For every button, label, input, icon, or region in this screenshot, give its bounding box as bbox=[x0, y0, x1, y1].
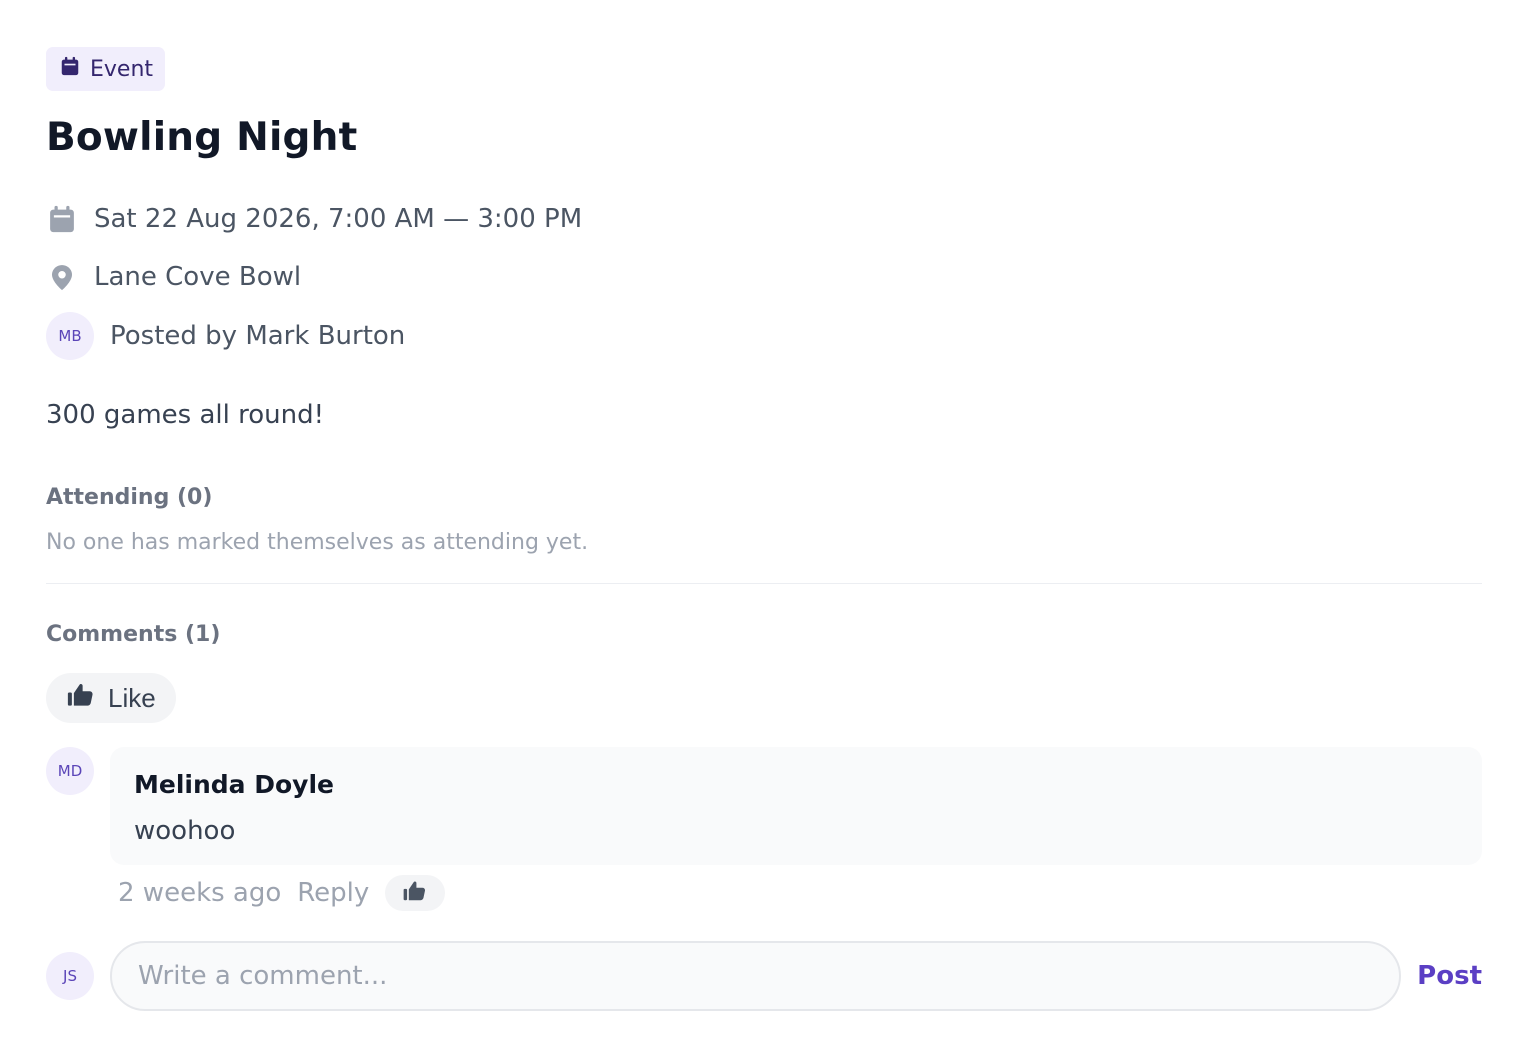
comment-text: woohoo bbox=[134, 816, 236, 846]
comment-author[interactable]: Melinda Doyle bbox=[134, 767, 1458, 803]
comment-actions: 2 weeks ago Reply bbox=[118, 875, 1482, 911]
thumbs-up-icon bbox=[402, 878, 428, 908]
comment-input[interactable] bbox=[110, 941, 1402, 1011]
event-location-row: Lane Cove Bowl bbox=[46, 257, 1482, 297]
event-badge-label: Event bbox=[90, 56, 154, 82]
avatar[interactable]: JS bbox=[46, 952, 94, 1000]
thumbs-up-icon bbox=[66, 680, 96, 717]
comment-time: 2 weeks ago bbox=[118, 878, 282, 908]
avatar[interactable]: MD bbox=[46, 747, 94, 795]
reply-button[interactable]: Reply bbox=[297, 878, 369, 908]
event-title: Bowling Night bbox=[46, 115, 358, 160]
comment-like-button[interactable] bbox=[385, 875, 446, 911]
event-detail: Event Bowling Night Sat 22 Aug 2026, 7:0… bbox=[46, 47, 1482, 1011]
like-button[interactable]: Like bbox=[46, 673, 176, 723]
event-poster-row: MB Posted by Mark Burton bbox=[46, 311, 1482, 361]
event-badge: Event bbox=[46, 47, 166, 91]
like-button-label: Like bbox=[108, 682, 156, 713]
attending-empty-text: No one has marked themselves as attendin… bbox=[46, 530, 589, 555]
event-location: Lane Cove Bowl bbox=[94, 262, 302, 292]
divider bbox=[46, 583, 1482, 584]
comment-composer: JS Post bbox=[46, 941, 1482, 1011]
comments-heading: Comments (1) bbox=[46, 622, 221, 647]
calendar-icon bbox=[59, 55, 81, 83]
attending-heading: Attending (0) bbox=[46, 485, 213, 510]
event-date-row: Sat 22 Aug 2026, 7:00 AM — 3:00 PM bbox=[46, 199, 1482, 239]
comment-item: MD Melinda Doyle woohoo 2 weeks ago Repl… bbox=[46, 747, 1482, 911]
event-datetime: Sat 22 Aug 2026, 7:00 AM — 3:00 PM bbox=[94, 204, 583, 234]
posted-by-text: Posted by Mark Burton bbox=[110, 321, 406, 351]
comment-body: Melinda Doyle woohoo 2 weeks ago Reply bbox=[110, 747, 1482, 911]
post-button[interactable]: Post bbox=[1417, 961, 1482, 991]
avatar[interactable]: MB bbox=[46, 312, 94, 360]
comment-bubble: Melinda Doyle woohoo bbox=[110, 747, 1482, 865]
location-pin-icon bbox=[46, 262, 78, 292]
event-description: 300 games all round! bbox=[46, 400, 325, 430]
calendar-icon bbox=[46, 204, 78, 234]
